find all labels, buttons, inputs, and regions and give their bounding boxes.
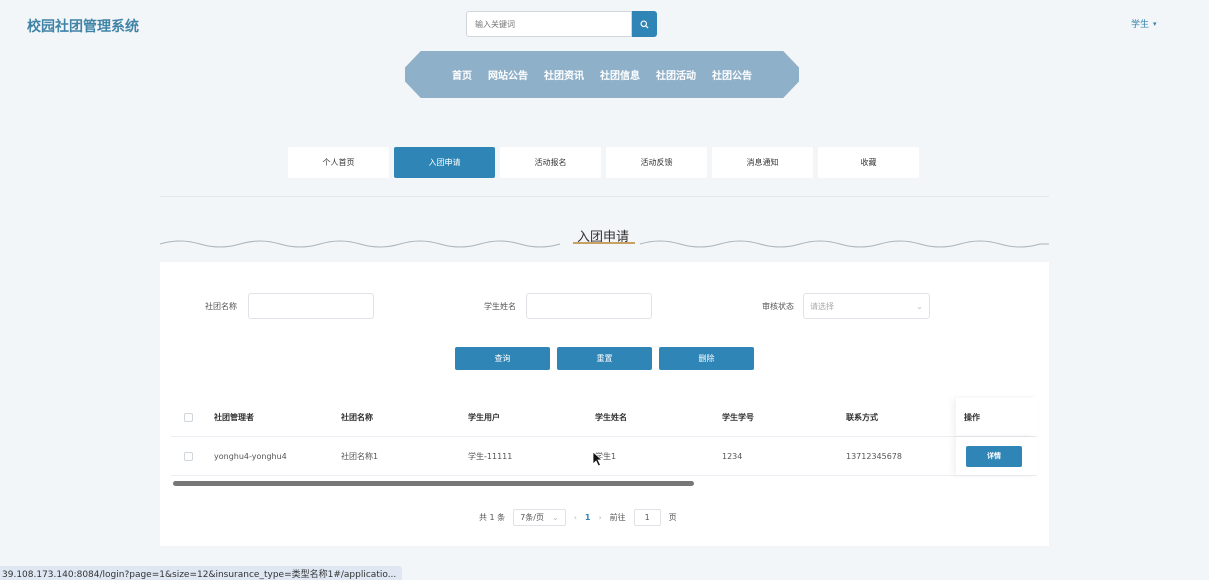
column-header: 社团名称: [341, 412, 373, 422]
user-menu-label: 学生: [1131, 20, 1150, 30]
pagination: 共 1 条 7条/页 ⌄ ‹ 1 › 前往 1 页: [479, 509, 677, 526]
review-status-placeholder: 请选择: [810, 301, 834, 311]
tab-join-application[interactable]: 入团申请: [394, 147, 495, 178]
site-logo[interactable]: 校园社团管理系统: [27, 16, 139, 36]
search-icon: [640, 19, 649, 29]
personal-center-tabs: 个人首页 入团申请 活动报名 活动反馈 消息通知 收藏: [288, 147, 919, 178]
search-input-wrapper: [466, 11, 632, 37]
chevron-down-icon: ⌄: [551, 513, 559, 522]
next-page-icon[interactable]: ›: [598, 513, 601, 522]
nav-item-club-info[interactable]: 社团信息: [592, 67, 648, 82]
user-menu[interactable]: 学生 ▾: [1131, 17, 1157, 31]
tab-activity-signup[interactable]: 活动报名: [500, 147, 601, 178]
status-bar-url: 39.108.173.140:8084/login?page=1&size=12…: [0, 566, 403, 580]
student-name-label: 学生姓名: [484, 302, 516, 311]
current-page[interactable]: 1: [585, 513, 591, 522]
nav-item-club-activities[interactable]: 社团活动: [648, 67, 704, 82]
phone-cell: 13712345678: [846, 451, 902, 461]
chevron-down-icon: ⌄: [916, 301, 923, 311]
nav-item-site-announcements[interactable]: 网站公告: [480, 67, 536, 82]
search-query-button[interactable]: 查询: [455, 347, 550, 370]
page-size-value: 7条/页: [520, 513, 544, 522]
search-input[interactable]: [467, 12, 631, 37]
page-size-select[interactable]: 7条/页 ⌄: [513, 509, 566, 526]
tab-favorites[interactable]: 收藏: [818, 147, 919, 178]
column-header: 学生用户: [468, 412, 500, 422]
student-number-cell: 1234: [722, 451, 743, 461]
tab-activity-feedback[interactable]: 活动反馈: [606, 147, 707, 178]
action-cell: 详情: [956, 437, 1037, 475]
divider: [160, 196, 1049, 197]
nav-item-home[interactable]: 首页: [444, 67, 480, 82]
tab-notifications[interactable]: 消息通知: [712, 147, 813, 178]
detail-button[interactable]: 详情: [966, 445, 1022, 467]
select-all-checkbox[interactable]: [184, 412, 193, 422]
total-count: 共 1 条: [479, 513, 506, 522]
nav-item-club-announcements[interactable]: 社团公告: [704, 67, 760, 82]
tab-personal-home[interactable]: 个人首页: [288, 147, 389, 178]
column-header: 操作: [956, 398, 1037, 436]
student-user-cell: 学生-11111: [468, 451, 513, 461]
column-header: 学生姓名: [595, 412, 627, 422]
applications-table: 社团管理者 社团名称 学生用户 学生姓名 学生学号 联系方式 操作 yonghu…: [171, 398, 1037, 476]
search-button[interactable]: [632, 11, 657, 37]
column-header: 联系方式: [846, 412, 878, 422]
reset-button[interactable]: 重置: [557, 347, 652, 370]
club-name-field[interactable]: [248, 293, 374, 319]
select-all-cell: [171, 412, 206, 422]
page-suffix: 页: [668, 513, 677, 522]
row-select-cell: [171, 451, 206, 461]
student-name-cell: 学生1: [595, 451, 617, 461]
table-header-row: 社团管理者 社团名称 学生用户 学生姓名 学生学号 联系方式 操作: [171, 398, 1037, 437]
caret-down-icon: ▾: [1153, 19, 1157, 28]
table-row: yonghu4-yonghu4 社团名称1 学生-11111 学生1 1234 …: [171, 437, 1037, 476]
club-name-label: 社团名称: [205, 302, 237, 311]
review-status-label: 审核状态: [762, 302, 794, 311]
student-name-field[interactable]: [526, 293, 652, 319]
row-checkbox[interactable]: [184, 451, 193, 461]
review-status-select[interactable]: 请选择 ⌄: [803, 293, 930, 319]
mouse-cursor-icon: [592, 451, 604, 467]
title-underline: [573, 242, 635, 244]
nav-item-club-news[interactable]: 社团资讯: [536, 67, 592, 82]
prev-page-icon[interactable]: ‹: [574, 513, 577, 522]
column-header: 学生学号: [722, 412, 754, 422]
goto-label: 前往: [609, 513, 626, 522]
column-header: 社团管理者: [214, 412, 254, 422]
manager-cell: yonghu4-yonghu4: [214, 451, 287, 461]
goto-page-input[interactable]: 1: [633, 509, 661, 526]
delete-button[interactable]: 删除: [659, 347, 754, 370]
main-nav: 首页 网站公告 社团资讯 社团信息 社团活动 社团公告: [405, 51, 799, 98]
horizontal-scrollbar[interactable]: [173, 481, 694, 486]
club-name-cell: 社团名称1: [341, 451, 379, 461]
